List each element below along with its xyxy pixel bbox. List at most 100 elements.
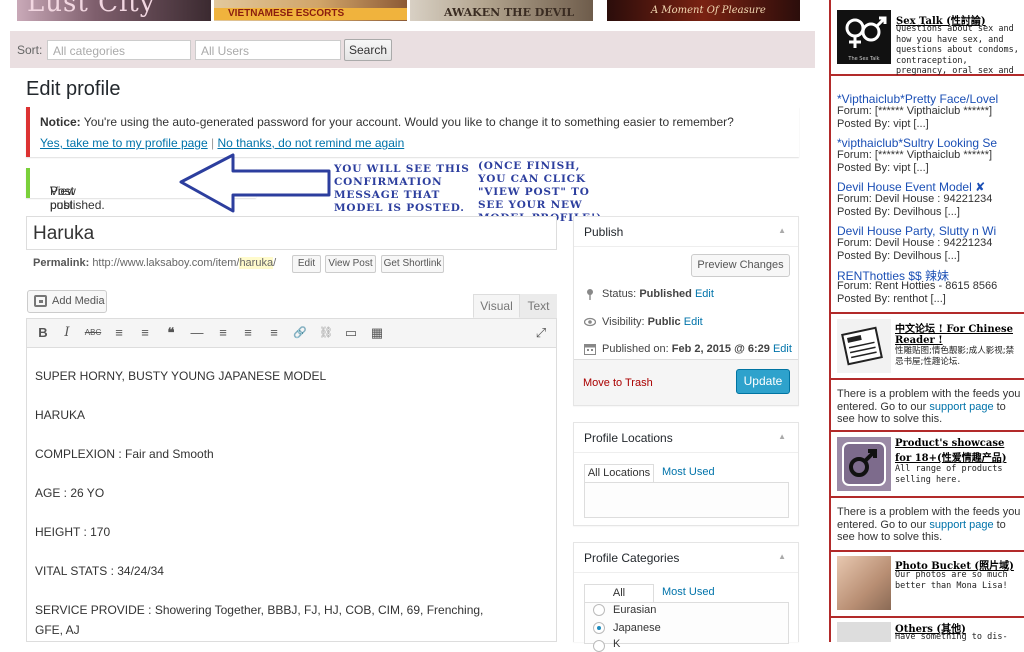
align-right-icon[interactable]: ≡ [264, 323, 284, 343]
visibility-value: Public [647, 316, 681, 328]
feed-item-forum: Forum: Devil House : 94221234 [837, 193, 993, 205]
tab-most-used-categories[interactable]: Most Used [662, 586, 715, 598]
publish-box: Publish ▲ Preview Changes Status: Publish… [573, 216, 799, 406]
feed-item-title[interactable]: *Vipthaiclub*Pretty Face/Lovel [837, 92, 1021, 106]
feed-item-title[interactable]: Devil House Party, Slutty n Wi [837, 224, 1021, 238]
content-line: HARUKA [35, 408, 86, 422]
collapse-arrow-icon[interactable]: ▲ [778, 552, 786, 561]
edit-visibility-link[interactable]: Edit [684, 316, 703, 328]
banner-text: AWAKEN THE DEVIL WITHIN [444, 6, 575, 21]
password-notice: Notice: You're using the auto-generated … [26, 107, 799, 157]
others-desc: Have something to dis- [895, 632, 1008, 642]
move-to-trash-link[interactable]: Move to Trash [583, 377, 653, 389]
content-editor[interactable]: B I ABC ≡ ≡ ❝ — ≡ ≡ ≡ 🔗 ⛓ ▭ ▦ ⤢ SUPER HO… [26, 318, 557, 642]
view-post-button[interactable]: View Post [325, 255, 376, 273]
notice-message: You're using the auto-generated password… [83, 115, 734, 129]
support-page-link[interactable]: support page [929, 401, 993, 413]
eye-icon [584, 317, 596, 327]
read-more-icon[interactable]: ▭ [341, 323, 361, 343]
bullet-list-icon[interactable]: ≡ [109, 323, 129, 343]
sort-label: Sort: [17, 43, 43, 57]
tab-visual[interactable]: Visual [473, 294, 520, 318]
collapse-arrow-icon[interactable]: ▲ [778, 226, 786, 235]
content-line: SUPER HORNY, BUSTY YOUNG JAPANESE MODEL [35, 369, 327, 383]
tab-text[interactable]: Text [520, 294, 557, 318]
photo-bucket-desc: Our photos are so much better than Mona … [895, 570, 1008, 591]
content-line: AGE : 26 YO [35, 486, 105, 500]
horizontal-line-icon[interactable]: — [187, 323, 207, 343]
profile-page-link[interactable]: Yes, take me to my profile page [40, 136, 208, 150]
published-on-row: Published on: Feb 2, 2015 @ 6:29 Edit [584, 343, 792, 355]
content-line: VITAL STATS : 34/24/34 [35, 564, 164, 578]
tab-all-categories[interactable]: All Categories [584, 584, 654, 616]
italic-icon[interactable]: I [57, 323, 77, 343]
products-title[interactable]: Product's showcase for 18+(性爱情趣产品) [895, 438, 1021, 464]
publish-box-header[interactable]: Publish ▲ [574, 217, 798, 247]
fullscreen-icon[interactable]: ⤢ [531, 323, 551, 343]
sidebar-sex-talk[interactable]: The Sex Talk Sex Talk (性討論) Questions ab… [831, 0, 1024, 87]
add-media-button[interactable]: Add Media [27, 290, 107, 313]
content-line: SERVICE PROVIDE : Showering Together, BB… [35, 603, 484, 617]
blockquote-icon[interactable]: ❝ [161, 323, 181, 343]
tab-all-locations[interactable]: All Locations [584, 464, 654, 482]
unlink-icon[interactable]: ⛓ [316, 323, 336, 343]
banner-vietnamese-escorts[interactable]: VIETNAMESE ESCORTS [214, 0, 407, 21]
feed-item-title[interactable]: Devil House Event Model ✘ [837, 180, 1021, 194]
preview-changes-button[interactable]: Preview Changes [691, 254, 790, 277]
search-button[interactable]: Search [344, 39, 392, 61]
categories-select[interactable]: All categories [47, 40, 191, 60]
edit-date-link[interactable]: Edit [773, 343, 792, 355]
align-left-icon[interactable]: ≡ [213, 323, 233, 343]
feed-item-title[interactable]: *vipthaiclub*Sultry Looking Se [837, 136, 1021, 150]
permalink: Permalink: http://www.laksaboy.com/item/… [33, 257, 276, 269]
locations-header[interactable]: Profile Locations ▲ [574, 423, 798, 453]
get-shortlink-button[interactable]: Get Shortlink [381, 255, 444, 273]
sidebar-others[interactable]: Others (其他) Have something to dis- [831, 618, 1024, 642]
locations-list[interactable] [584, 482, 789, 518]
feed-item-poster: Posted By: vipt [...] [837, 162, 929, 174]
photo-thumbnail [837, 556, 891, 610]
banner-text: VIETNAMESE ESCORTS [228, 8, 345, 19]
view-post-link[interactable]: View post [50, 184, 76, 212]
toolbar-toggle-icon[interactable]: ▦ [367, 323, 387, 343]
banner-awaken-devil[interactable]: AWAKEN THE DEVIL WITHIN [410, 0, 593, 21]
notice-separator: | [211, 136, 215, 150]
align-center-icon[interactable]: ≡ [238, 323, 258, 343]
permalink-url[interactable]: http://www.laksaboy.com/item/haruka/ [92, 257, 276, 269]
update-button[interactable]: Update [736, 369, 790, 394]
newspaper-icon [837, 319, 891, 373]
pointer-arrow-icon [179, 153, 331, 213]
numbered-list-icon[interactable]: ≡ [135, 323, 155, 343]
banner-lust-city[interactable]: Lust City [17, 0, 211, 21]
feed-item-forum: Forum: Rent Hotties - 8615 8566 [837, 280, 998, 292]
editor-content[interactable]: SUPER HORNY, BUSTY YOUNG JAPANESE MODEL … [35, 369, 540, 643]
radio-japanese[interactable] [593, 622, 605, 634]
thumb-caption: The Sex Talk [847, 56, 879, 62]
banner-moment-of-pleasure[interactable]: A Moment Of Pleasure [607, 0, 800, 21]
bold-icon[interactable]: B [33, 323, 53, 343]
notice-label: Notice: [40, 115, 81, 129]
sort-bar: Sort: All categories All Users Search [10, 31, 815, 68]
publish-actions: Move to Trash Update [574, 359, 798, 405]
link-icon[interactable]: 🔗 [290, 323, 310, 343]
chinese-forum-title[interactable]: 中文论坛 ! For Chinese Reader ! [895, 320, 1021, 346]
edit-status-link[interactable]: Edit [695, 288, 714, 300]
status-row: Status: Published Edit [584, 288, 714, 300]
sidebar-products[interactable]: Product's showcase for 18+(性爱情趣产品) All r… [831, 432, 1024, 498]
radio-eurasian[interactable] [593, 604, 605, 616]
tab-most-used-locations[interactable]: Most Used [662, 466, 715, 478]
sidebar-chinese-forum[interactable]: 中文论坛 ! For Chinese Reader ! 性雕贴图;情色靓影;成人… [831, 314, 1024, 380]
dismiss-reminder-link[interactable]: No thanks, do not remind me again [217, 136, 404, 150]
permalink-edit-button[interactable]: Edit [292, 255, 321, 273]
feed-item-poster: Posted By: Devilhous [...] [837, 206, 960, 218]
categories-header[interactable]: Profile Categories ▲ [574, 543, 798, 573]
support-page-link[interactable]: support page [929, 519, 993, 531]
post-title-input[interactable]: Haruka [26, 216, 557, 250]
sidebar-photo-bucket[interactable]: Photo Bucket (照片域) Our photos are so muc… [831, 552, 1024, 618]
collapse-arrow-icon[interactable]: ▲ [778, 432, 786, 441]
strikethrough-icon[interactable]: ABC [83, 323, 103, 343]
permalink-label: Permalink: [33, 257, 90, 269]
users-select[interactable]: All Users [195, 40, 341, 60]
sidebar-forum-feed: *Vipthaiclub*Pretty Face/Lovel Forum: [*… [831, 76, 1024, 314]
others-thumbnail [837, 622, 891, 642]
